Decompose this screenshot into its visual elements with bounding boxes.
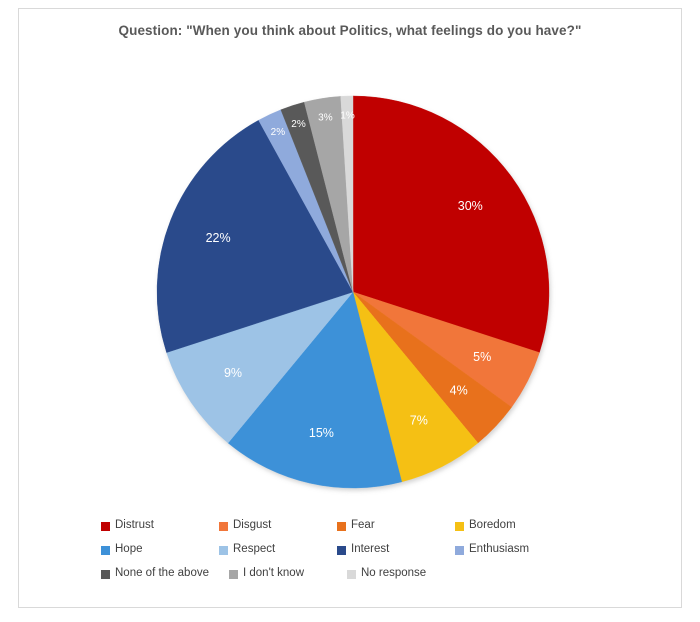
legend-item-label: Interest bbox=[351, 543, 390, 556]
pie-chart-plot-area[interactable]: 30% 5% 4% 7% 15% 9% 22% 2% 2% 3% 1% bbox=[19, 49, 683, 509]
pie-slice-data-label: 2% bbox=[271, 127, 286, 138]
legend-item-i-don-t-know[interactable]: I don't know bbox=[229, 568, 347, 580]
pie-slices-group[interactable] bbox=[156, 95, 550, 489]
legend-item-label: Enthusiasm bbox=[469, 543, 530, 556]
chart-frame: Question: "When you think about Politics… bbox=[18, 8, 682, 608]
legend-item-label: Disgust bbox=[233, 519, 272, 532]
legend-color-swatch-icon bbox=[337, 545, 346, 555]
legend-item-label: I don't know bbox=[243, 567, 305, 580]
legend-color-swatch-icon bbox=[101, 521, 110, 531]
pie-slice-data-label: 2% bbox=[291, 119, 306, 130]
legend-row: Distrust Disgust Fear Boredom bbox=[19, 514, 683, 538]
legend-color-swatch-icon bbox=[101, 545, 110, 555]
legend-item-distrust[interactable]: Distrust bbox=[101, 520, 219, 532]
legend-item-label: Respect bbox=[233, 543, 276, 556]
pie-slice-data-label: 7% bbox=[410, 413, 428, 427]
legend-color-swatch-icon bbox=[455, 521, 464, 531]
legend-item-no-response[interactable]: No response bbox=[347, 568, 465, 580]
legend-color-swatch-icon bbox=[337, 521, 346, 531]
legend-item-label: No response bbox=[361, 567, 427, 580]
legend-item-label: Distrust bbox=[115, 519, 154, 532]
legend-item-label: Fear bbox=[351, 519, 375, 532]
chart-title: Question: "When you think about Politics… bbox=[118, 23, 582, 38]
legend-color-swatch-icon bbox=[347, 569, 356, 579]
chart-legend[interactable]: Distrust Disgust Fear Boredom Hope Respect Int… bbox=[19, 514, 683, 586]
legend-item-disgust[interactable]: Disgust bbox=[219, 520, 337, 532]
legend-color-swatch-icon bbox=[229, 569, 238, 579]
legend-item-hope[interactable]: Hope bbox=[101, 544, 219, 556]
legend-item-fear[interactable]: Fear bbox=[337, 520, 455, 532]
legend-row: Hope Respect Interest Enthusiasm bbox=[19, 538, 683, 562]
pie-slice-data-label: 22% bbox=[206, 231, 231, 245]
legend-item-boredom[interactable]: Boredom bbox=[455, 520, 573, 532]
legend-item-label: None of the above bbox=[115, 567, 209, 580]
pie-slice-data-label: 15% bbox=[309, 426, 334, 440]
pie-slice-data-label: 1% bbox=[340, 110, 355, 121]
legend-item-enthusiasm[interactable]: Enthusiasm bbox=[455, 544, 573, 556]
legend-item-respect[interactable]: Respect bbox=[219, 544, 337, 556]
pie-slice-data-label: 30% bbox=[458, 199, 483, 213]
pie-chart-svg[interactable]: 30% 5% 4% 7% 15% 9% 22% 2% 2% 3% 1% bbox=[19, 49, 683, 509]
legend-color-swatch-icon bbox=[219, 521, 228, 531]
pie-slice-data-label: 3% bbox=[318, 112, 333, 123]
legend-item-none-of-the-above[interactable]: None of the above bbox=[101, 568, 229, 580]
pie-slice-data-label: 9% bbox=[224, 366, 242, 380]
legend-row: None of the above I don't know No response bbox=[19, 562, 683, 586]
legend-color-swatch-icon bbox=[101, 569, 110, 579]
legend-item-label: Hope bbox=[115, 543, 143, 556]
pie-slice-data-label: 5% bbox=[473, 350, 491, 364]
legend-item-interest[interactable]: Interest bbox=[337, 544, 455, 556]
legend-color-swatch-icon bbox=[455, 545, 464, 555]
pie-slice-data-label: 4% bbox=[450, 384, 468, 398]
legend-item-label: Boredom bbox=[469, 519, 516, 532]
legend-color-swatch-icon bbox=[219, 545, 228, 555]
